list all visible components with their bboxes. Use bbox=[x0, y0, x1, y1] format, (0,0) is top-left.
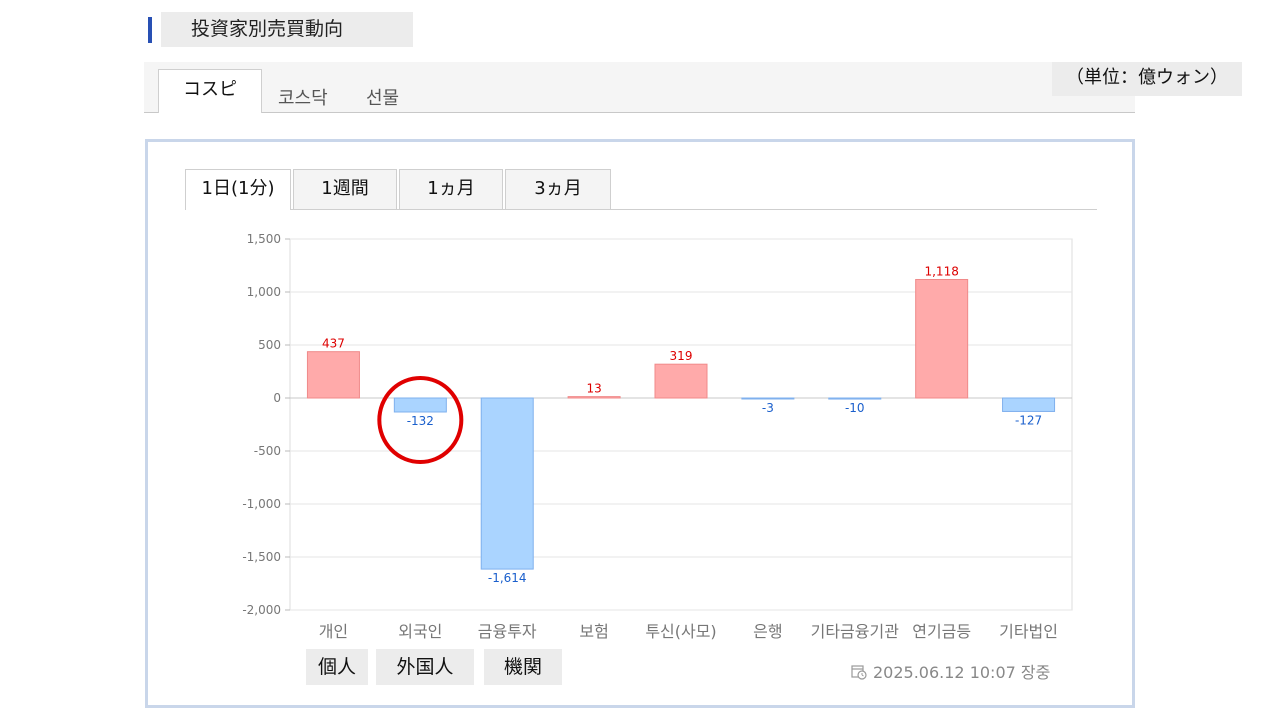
calendar-clock-icon bbox=[851, 665, 867, 680]
y-tick-label: 0 bbox=[273, 391, 281, 405]
x-category-label: 은행 bbox=[753, 622, 782, 641]
x-category-label: 외국인 bbox=[398, 622, 442, 641]
value-label: 13 bbox=[586, 382, 601, 396]
legend-foreign: 外国人 bbox=[376, 649, 474, 685]
y-tick-label: 1,000 bbox=[247, 285, 281, 299]
x-category-label: 보험 bbox=[579, 622, 608, 641]
x-category-label: 개인 bbox=[319, 622, 348, 641]
update-timestamp: 2025.06.12 10:07 장중 bbox=[851, 659, 1050, 683]
bar-9 bbox=[1002, 397, 1056, 412]
y-tick-label: -1,500 bbox=[242, 550, 281, 564]
y-tick-label: 1,500 bbox=[247, 232, 281, 246]
x-category-label: 금융투자 bbox=[478, 622, 537, 641]
value-label: -132 bbox=[407, 414, 434, 428]
value-label: 319 bbox=[670, 349, 693, 363]
bar-1 bbox=[306, 351, 360, 399]
x-category-label: 기타법인 bbox=[999, 622, 1058, 641]
bar-8 bbox=[915, 278, 969, 399]
timestamp-text: 2025.06.12 10:07 장중 bbox=[873, 663, 1051, 682]
y-tick-label: -500 bbox=[254, 444, 281, 458]
value-label: 1,118 bbox=[924, 264, 958, 278]
value-label: 437 bbox=[322, 337, 345, 351]
x-category-label: 투신(사모) bbox=[645, 622, 716, 641]
bar-6 bbox=[741, 397, 795, 400]
y-tick-label: -2,000 bbox=[242, 603, 281, 617]
value-label: -3 bbox=[762, 401, 774, 415]
bar-5 bbox=[654, 363, 708, 399]
bar-4 bbox=[567, 396, 621, 399]
legend-individual: 個人 bbox=[306, 649, 368, 685]
bar-2 bbox=[393, 397, 447, 413]
x-category-label: 기타금융기관 bbox=[811, 622, 900, 641]
y-tick-label: 500 bbox=[258, 338, 281, 352]
value-label: -10 bbox=[845, 401, 865, 415]
y-tick-label: -1,000 bbox=[242, 497, 281, 511]
value-label: -127 bbox=[1015, 413, 1042, 427]
bar-7 bbox=[828, 397, 882, 400]
value-label: -1,614 bbox=[488, 571, 527, 585]
investor-bar-chart: 1,500 1,000 500 0 -500 -1,000 -1,500 -2,000 437 -… bbox=[242, 232, 1073, 641]
x-category-label: 연기금등 bbox=[912, 622, 971, 641]
legend-institution: 機関 bbox=[484, 649, 562, 685]
bar-3 bbox=[480, 397, 534, 570]
